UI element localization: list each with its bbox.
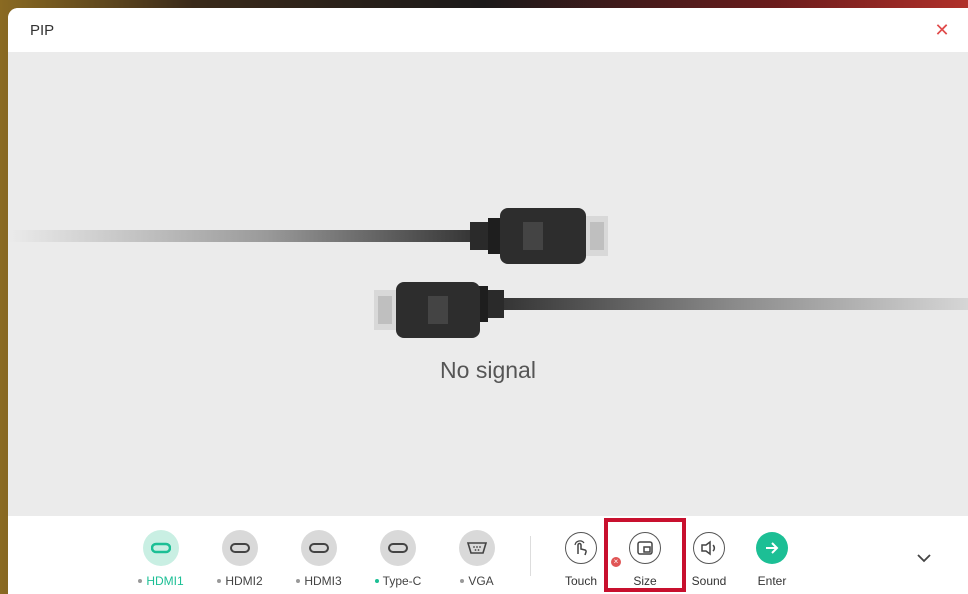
size-button[interactable]: Size bbox=[610, 530, 680, 588]
close-icon[interactable]: ✕ bbox=[930, 18, 954, 42]
toolbar-divider bbox=[530, 536, 531, 576]
speaker-icon bbox=[693, 532, 725, 564]
usb-c-icon bbox=[380, 530, 416, 566]
sound-button[interactable]: Sound bbox=[674, 530, 744, 588]
source-hdmi1-button[interactable]: HDMI1 bbox=[126, 530, 196, 588]
source-label: HDMI3 bbox=[304, 574, 342, 588]
status-dot bbox=[374, 578, 379, 583]
window-title: PIP bbox=[30, 22, 55, 39]
status-dot bbox=[460, 578, 465, 583]
size-label: Size bbox=[633, 574, 657, 588]
hdmi-icon bbox=[301, 530, 337, 566]
arrow-right-icon bbox=[756, 532, 788, 564]
window-size-icon bbox=[629, 532, 661, 564]
source-type-c-button[interactable]: Type-C bbox=[363, 530, 433, 588]
status-dot bbox=[217, 578, 222, 583]
no-signal-text: No signal bbox=[440, 357, 536, 383]
pip-window: PIP ✕ No signal HDMI1 HDMI2 HDMI3 Type-C… bbox=[8, 8, 968, 594]
sound-label: Sound bbox=[691, 574, 727, 588]
vga-icon bbox=[459, 530, 495, 566]
source-vga-button[interactable]: VGA bbox=[442, 530, 512, 588]
bottom-toolbar: HDMI1 HDMI2 HDMI3 Type-C VGA × Touch Siz… bbox=[8, 516, 968, 594]
source-label: Type-C bbox=[382, 574, 422, 588]
source-label: HDMI2 bbox=[225, 574, 263, 588]
source-label: VGA bbox=[468, 574, 494, 588]
enter-button[interactable]: Enter bbox=[737, 530, 807, 588]
source-hdmi2-button[interactable]: HDMI2 bbox=[205, 530, 275, 588]
source-hdmi3-button[interactable]: HDMI3 bbox=[284, 530, 354, 588]
touch-icon: × bbox=[565, 532, 621, 567]
status-dot bbox=[296, 578, 301, 583]
no-signal-cable-illustration bbox=[8, 208, 968, 338]
status-dot bbox=[138, 578, 143, 583]
enter-label: Enter bbox=[757, 574, 787, 588]
hdmi-icon bbox=[222, 530, 258, 566]
title-bar: PIP ✕ bbox=[8, 8, 968, 52]
video-preview: No signal bbox=[8, 52, 968, 516]
chevron-down-icon[interactable] bbox=[912, 546, 936, 570]
touch-button[interactable]: × Touch bbox=[546, 530, 621, 588]
source-label: HDMI1 bbox=[146, 574, 184, 588]
hdmi-icon bbox=[143, 530, 179, 566]
touch-label: Touch bbox=[564, 574, 598, 588]
